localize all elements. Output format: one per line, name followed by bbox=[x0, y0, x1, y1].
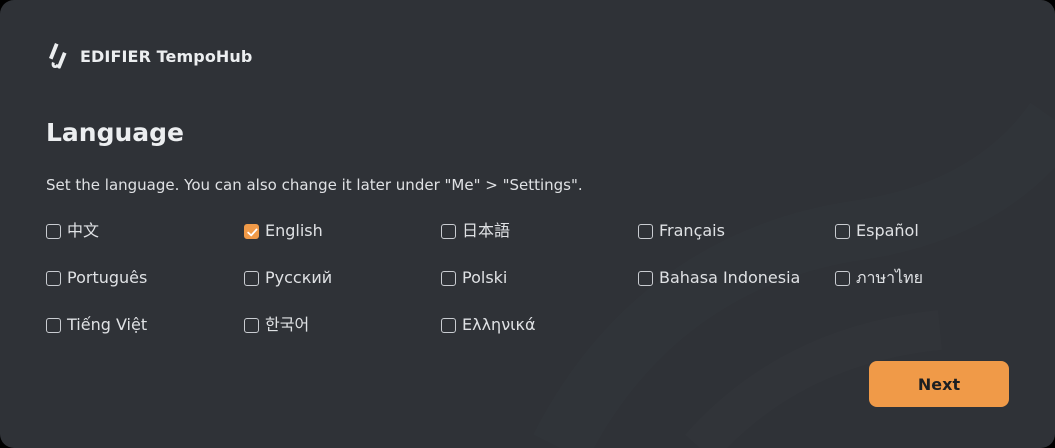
language-option[interactable]: Русский bbox=[244, 266, 332, 290]
page-subtitle: Set the language. You can also change it… bbox=[46, 176, 583, 194]
language-label: English bbox=[265, 221, 323, 240]
language-label: 한국어 bbox=[265, 315, 310, 334]
language-setup-window: EDIFIER TempoHub Language Set the langua… bbox=[0, 0, 1055, 448]
language-option[interactable]: 한국어 bbox=[244, 313, 309, 337]
checkbox[interactable] bbox=[441, 270, 456, 286]
language-option[interactable]: Polski bbox=[441, 266, 507, 290]
checkbox[interactable] bbox=[638, 270, 653, 286]
checkmark-icon bbox=[247, 228, 258, 236]
language-option[interactable]: Tiếng Việt bbox=[46, 313, 147, 337]
language-option[interactable]: Português bbox=[46, 266, 147, 290]
language-label: Tiếng Việt bbox=[67, 315, 148, 334]
page-title: Language bbox=[46, 118, 185, 147]
checkbox[interactable] bbox=[441, 317, 456, 333]
checkbox[interactable] bbox=[835, 270, 850, 286]
checkbox[interactable] bbox=[46, 317, 61, 333]
checkbox[interactable] bbox=[244, 317, 259, 333]
checkbox[interactable] bbox=[441, 223, 456, 239]
language-label: Português bbox=[67, 268, 148, 287]
language-label: Ελληνικά bbox=[462, 315, 536, 334]
checkbox[interactable] bbox=[46, 223, 61, 239]
language-option[interactable]: English bbox=[244, 219, 323, 243]
checkbox[interactable] bbox=[638, 223, 653, 239]
checkbox[interactable] bbox=[835, 223, 850, 239]
language-label: ภาษาไทย bbox=[856, 268, 924, 287]
app-name: EDIFIER TempoHub bbox=[80, 46, 253, 66]
language-label: Bahasa Indonesia bbox=[659, 268, 801, 287]
edifier-logo-icon bbox=[49, 43, 67, 69]
language-option[interactable]: Ελληνικά bbox=[441, 313, 536, 337]
language-label: Français bbox=[659, 221, 725, 240]
checkbox[interactable] bbox=[46, 270, 61, 286]
language-label: 中文 bbox=[67, 221, 100, 240]
checkbox[interactable] bbox=[244, 270, 259, 286]
language-label: Polski bbox=[462, 268, 508, 287]
language-option[interactable]: ภาษาไทย bbox=[835, 266, 923, 290]
language-option[interactable]: Bahasa Indonesia bbox=[638, 266, 800, 290]
language-option[interactable]: 日本語 bbox=[441, 219, 510, 243]
language-label: Español bbox=[856, 221, 919, 240]
app-brand: EDIFIER TempoHub bbox=[46, 40, 252, 72]
next-button[interactable]: Next bbox=[869, 361, 1009, 407]
language-label: Русский bbox=[265, 268, 333, 287]
language-label: 日本語 bbox=[462, 221, 511, 240]
language-option[interactable]: Español bbox=[835, 219, 919, 243]
language-option[interactable]: 中文 bbox=[46, 219, 99, 243]
language-option[interactable]: Français bbox=[638, 219, 725, 243]
checkbox-checked[interactable] bbox=[244, 223, 259, 239]
